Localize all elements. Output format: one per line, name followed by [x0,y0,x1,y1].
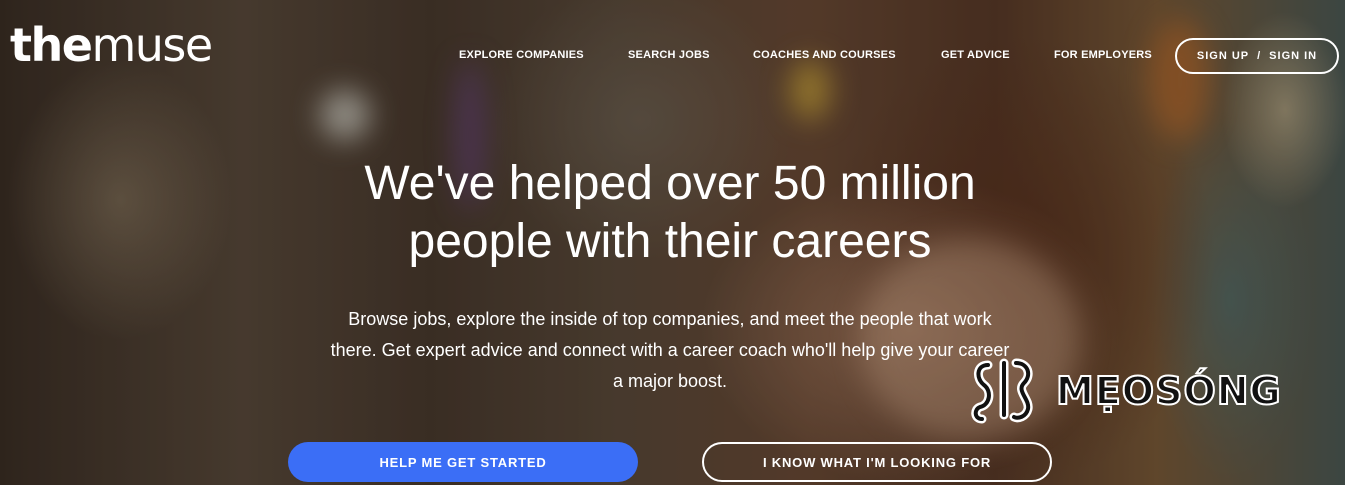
nav-explore-companies[interactable]: EXPLORE COMPANIES [459,49,584,61]
watermark-text: MẸOSÓNG [1055,368,1282,414]
headline-line-1: We've helped over 50 million [364,157,976,210]
hero-headline: We've helped over 50 million people with… [270,155,1070,271]
sign-up-sign-in-button[interactable]: SIGN UP / SIGN IN [1175,38,1339,74]
top-nav: EXPLORE COMPANIES SEARCH JOBS COACHES AN… [0,0,1345,110]
i-know-what-im-looking-for-label: I KNOW WHAT I'M LOOKING FOR [762,454,992,470]
hero-subtext: Browse jobs, explore the inside of top c… [280,304,1060,397]
meosong-watermark: MẸOSÓNG [970,355,1282,427]
sign-up-label: SIGN UP [1196,50,1250,62]
nav-for-employers[interactable]: FOR EMPLOYERS [1054,49,1152,61]
help-me-get-started-label: HELP ME GET STARTED [379,454,547,470]
nav-get-advice[interactable]: GET ADVICE [941,49,1010,61]
nav-search-jobs[interactable]: SEARCH JOBS [628,49,710,61]
separator: / [1257,50,1262,62]
meosong-logo-icon [971,358,1033,424]
nav-coaches-and-courses[interactable]: COACHES AND COURSES [753,49,896,61]
help-me-get-started-button[interactable]: HELP ME GET STARTED [288,442,638,482]
subtext-line-3: a major boost. [612,371,728,391]
subtext-line-2: there. Get expert advice and connect wit… [330,340,1010,360]
i-know-what-im-looking-for-button[interactable]: I KNOW WHAT I'M LOOKING FOR [702,442,1052,482]
sign-in-label: SIGN IN [1269,50,1318,62]
headline-line-2: people with their careers [408,215,932,268]
subtext-line-1: Browse jobs, explore the inside of top c… [348,309,992,329]
